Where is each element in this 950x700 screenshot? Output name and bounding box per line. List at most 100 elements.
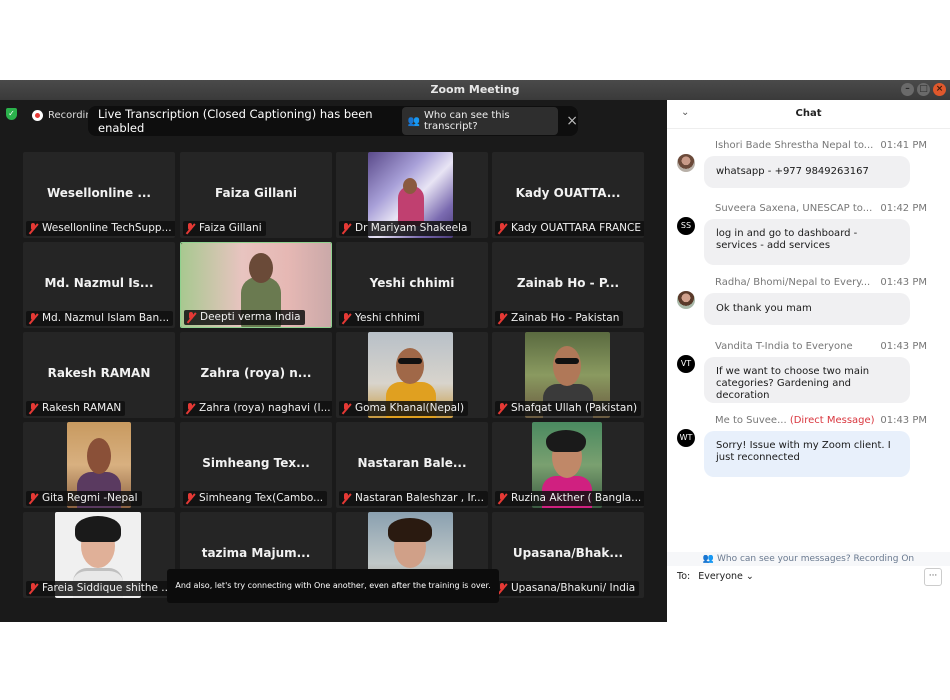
- message-meta: Vandita T-India to Everyone 01:43 PM: [715, 341, 927, 352]
- participant-name: Zainab Ho - P...: [516, 276, 620, 290]
- participant-tile[interactable]: Dr Mariyam Shakeela: [336, 152, 488, 238]
- muted-mic-icon: [185, 493, 195, 504]
- message-sender: Vandita T-India to Everyone: [715, 341, 853, 352]
- participant-label: Md. Nazmul Islam Ban...: [26, 311, 174, 326]
- record-icon: [32, 109, 43, 121]
- muted-mic-icon: [28, 223, 38, 234]
- chat-header: ⌄ Chat: [667, 100, 950, 129]
- participant-label: Shafqat Ullah (Pakistan): [495, 401, 642, 416]
- participant-label: Zainab Ho - Pakistan: [495, 311, 624, 326]
- transcript-visibility-label: Who can see this transcript?: [423, 110, 510, 132]
- message-sender: Ishori Bade Shrestha Nepal to...: [715, 140, 874, 151]
- banner-close-icon[interactable]: ×: [566, 113, 578, 129]
- recipient-dropdown[interactable]: Everyone ⌄: [698, 571, 754, 582]
- message-meta: Suveera Saxena, UNESCAP to... 01:42 PM: [715, 203, 927, 214]
- participant-tile[interactable]: Nastaran Bale... Nastaran Baleshzar , Ir…: [336, 422, 488, 508]
- participant-label: Deepti verma India: [184, 310, 305, 325]
- participant-label: Simheang Tex(Cambo...: [183, 491, 328, 506]
- recipient-selector: To: Everyone ⌄: [677, 571, 754, 582]
- muted-mic-icon: [28, 493, 38, 504]
- chevron-down-icon: ⌄: [745, 571, 754, 582]
- participant-tile[interactable]: Kady OUATTA... Kady OUATTARA FRANCE: [492, 152, 644, 238]
- message-time: 01:43 PM: [880, 341, 927, 352]
- muted-mic-icon: [497, 403, 507, 414]
- muted-mic-icon: [28, 403, 38, 414]
- participant-name: Md. Nazmul Is...: [44, 276, 154, 290]
- participant-name: Faiza Gillani: [215, 186, 297, 200]
- chat-message: VT Vandita T-India to Everyone 01:43 PM …: [677, 341, 939, 405]
- message-meta: Ishori Bade Shrestha Nepal to... 01:41 P…: [715, 140, 927, 151]
- participant-tile-active[interactable]: Deepti verma India: [180, 242, 332, 328]
- minimize-icon[interactable]: –: [901, 83, 914, 96]
- participant-tile[interactable]: Md. Nazmul Is... Md. Nazmul Islam Ban...: [23, 242, 175, 328]
- message-bubble: whatsapp - +977 9849263167: [704, 156, 910, 188]
- message-time: 01:43 PM: [880, 415, 927, 426]
- message-time: 01:42 PM: [880, 203, 927, 214]
- close-icon[interactable]: ×: [933, 83, 946, 96]
- avatar: WT: [677, 429, 695, 447]
- muted-mic-icon: [28, 313, 38, 324]
- muted-mic-icon: [185, 403, 195, 414]
- participant-label: Gita Regmi -Nepal: [26, 491, 142, 506]
- chat-message: Radha/ Bhomi/Nepal to Every... 01:43 PM …: [677, 277, 939, 329]
- participant-name: Zahra (roya) n...: [200, 366, 312, 380]
- chat-panel: ⌄ Chat Ishori Bade Shrestha Nepal to... …: [667, 100, 950, 622]
- participant-name: Nastaran Bale...: [357, 456, 467, 470]
- participant-label: Wesellonline TechSupp...: [26, 221, 175, 236]
- avatar: [677, 291, 695, 309]
- participant-tile[interactable]: Rakesh RAMAN Rakesh RAMAN: [23, 332, 175, 418]
- direct-message-tag: (Direct Message): [789, 415, 875, 426]
- participant-tile[interactable]: Ruzina Akther ( Bangla...: [492, 422, 644, 508]
- transcription-banner: Live Transcription (Closed Captioning) h…: [88, 106, 578, 136]
- participant-tile[interactable]: Upasana/Bhak... Upasana/Bhakuni/ India: [492, 512, 644, 598]
- participant-tile[interactable]: Faiza Gillani Faiza Gillani: [180, 152, 332, 238]
- participant-label: Yeshi chhimi: [339, 311, 425, 326]
- participant-tile[interactable]: Fareia Siddique shithe ...: [23, 512, 175, 598]
- more-options-button[interactable]: ···: [924, 568, 942, 586]
- chat-title: Chat: [795, 108, 822, 119]
- message-visibility-note[interactable]: 👥 Who can see your messages? Recording O…: [667, 552, 950, 566]
- participant-tile[interactable]: Zahra (roya) n... Zahra (roya) naghavi (…: [180, 332, 332, 418]
- participant-tile[interactable]: Shafqat Ullah (Pakistan): [492, 332, 644, 418]
- message-time: 01:43 PM: [880, 277, 927, 288]
- people-icon: 👥: [407, 115, 420, 127]
- participant-label: Dr Mariyam Shakeela: [339, 221, 472, 236]
- message-bubble: Ok thank you mam: [704, 293, 910, 325]
- participant-name: Rakesh RAMAN: [47, 366, 151, 380]
- message-meta: Me to Suvee... (Direct Message) 01:43 PM: [715, 415, 927, 426]
- transcript-visibility-button[interactable]: 👥 Who can see this transcript?: [401, 107, 559, 135]
- participant-label: Goma Khanal(Nepal): [339, 401, 469, 416]
- people-icon: 👥: [702, 554, 715, 564]
- to-label: To:: [677, 571, 691, 582]
- participant-tile[interactable]: Simheang Tex... Simheang Tex(Cambo...: [180, 422, 332, 508]
- participant-name: Wesellonline ...: [46, 186, 151, 200]
- participant-tile[interactable]: Yeshi chhimi Yeshi chhimi: [336, 242, 488, 328]
- live-caption: And also, let's try connecting with One …: [167, 569, 499, 603]
- participant-tile[interactable]: Gita Regmi -Nepal: [23, 422, 175, 508]
- muted-mic-icon: [341, 403, 351, 414]
- message-meta: Radha/ Bhomi/Nepal to Every... 01:43 PM: [715, 277, 927, 288]
- muted-mic-icon: [186, 312, 196, 323]
- security-shield-icon[interactable]: ✓: [6, 108, 17, 120]
- message-bubble: If we want to choose two main categories…: [704, 357, 910, 403]
- participant-tile[interactable]: Wesellonline ... Wesellonline TechSupp..…: [23, 152, 175, 238]
- video-gallery: ✓ Recording Live Transcription (Closed C…: [0, 100, 667, 622]
- meeting-topbar: ✓ Recording Live Transcription (Closed C…: [0, 100, 667, 136]
- maximize-icon[interactable]: □: [917, 83, 930, 96]
- muted-mic-icon: [341, 223, 351, 234]
- message-sender: Me to Suvee...: [715, 415, 787, 426]
- message-time: 01:41 PM: [880, 140, 927, 151]
- participant-label: Nastaran Baleshzar , Ir...: [339, 491, 488, 506]
- message-sender: Suveera Saxena, UNESCAP to...: [715, 203, 873, 214]
- participant-name: Simheang Tex...: [202, 456, 310, 470]
- muted-mic-icon: [497, 493, 507, 504]
- participant-tile[interactable]: Zainab Ho - P... Zainab Ho - Pakistan: [492, 242, 644, 328]
- muted-mic-icon: [185, 223, 195, 234]
- muted-mic-icon: [341, 313, 351, 324]
- participant-tile[interactable]: Goma Khanal(Nepal): [336, 332, 488, 418]
- chat-message: Ishori Bade Shrestha Nepal to... 01:41 P…: [677, 140, 939, 192]
- avatar: VT: [677, 355, 695, 373]
- avatar: SS: [677, 217, 695, 235]
- title-bar: Zoom Meeting – □ ×: [0, 80, 950, 100]
- muted-mic-icon: [497, 223, 507, 234]
